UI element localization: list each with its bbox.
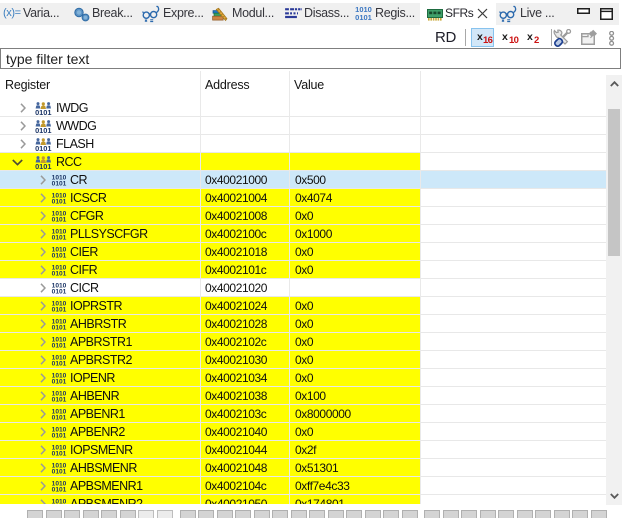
svg-text:0101: 0101: [52, 451, 67, 456]
svg-text:0101: 0101: [52, 325, 67, 330]
svg-text:0101: 0101: [52, 433, 67, 438]
svg-text:0101: 0101: [355, 13, 372, 21]
svg-text:0101: 0101: [52, 469, 67, 474]
svg-text:0101: 0101: [52, 487, 67, 492]
svg-text:0101: 0101: [52, 199, 67, 204]
svg-text:0101: 0101: [52, 235, 67, 240]
svg-text:0101: 0101: [52, 415, 67, 420]
svg-text:0101: 0101: [52, 361, 67, 366]
svg-text:0101: 0101: [52, 181, 67, 186]
svg-text:0101: 0101: [35, 126, 51, 134]
svg-text:0101: 0101: [52, 253, 67, 258]
svg-text:0101: 0101: [52, 271, 67, 276]
svg-text:0101: 0101: [52, 343, 67, 348]
svg-text:0101: 0101: [52, 379, 67, 384]
svg-text:0101: 0101: [35, 162, 51, 170]
svg-text:0101: 0101: [35, 108, 51, 116]
svg-text:0101: 0101: [52, 289, 67, 294]
svg-text:0101: 0101: [52, 397, 67, 402]
svg-text:0101: 0101: [52, 307, 67, 312]
svg-text:0101: 0101: [35, 144, 51, 152]
svg-text:0101: 0101: [52, 217, 67, 222]
